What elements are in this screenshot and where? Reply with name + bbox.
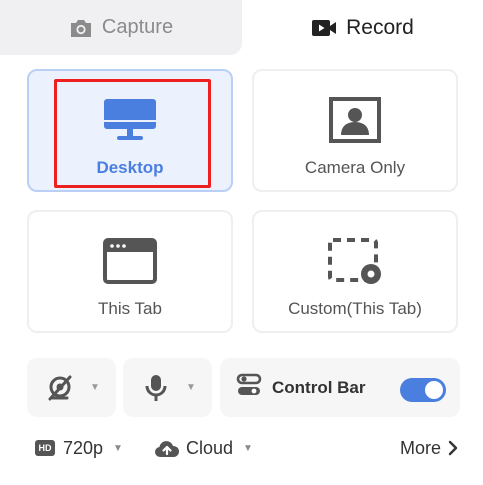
more-link[interactable]: More: [400, 436, 459, 460]
tab-capture[interactable]: Capture: [0, 0, 242, 55]
chevron-down-icon: ▼: [90, 382, 100, 393]
chevron-down-icon: ▼: [186, 382, 196, 393]
chevron-down-icon: ▼: [113, 442, 123, 454]
toggle-settings-icon: [236, 373, 262, 395]
microphone-dropdown[interactable]: ▼: [123, 358, 212, 417]
control-bar-label: Control Bar: [272, 377, 366, 397]
camera-off-icon: [48, 375, 72, 400]
more-label: More: [399, 437, 441, 458]
chevron-down-icon: ▼: [243, 442, 253, 454]
mode-card-custom[interactable]: Custom(This Tab): [252, 210, 458, 333]
chevron-right-icon: [448, 440, 458, 456]
resolution-dropdown[interactable]: HD 720p ▼: [35, 436, 123, 460]
cloud-upload-icon: [155, 441, 180, 457]
storage-value: Cloud: [186, 437, 234, 458]
mode-card-desktop[interactable]: Desktop: [27, 69, 233, 192]
browser-window-icon: [103, 238, 157, 284]
mode-label-desktop: Desktop: [96, 158, 164, 177]
mode-label-camera-only: Camera Only: [304, 158, 406, 177]
storage-dropdown[interactable]: Cloud ▼: [154, 436, 253, 460]
control-bar-toggle[interactable]: [400, 378, 446, 402]
person-portrait-icon: [329, 97, 381, 143]
mode-label-this-tab: This Tab: [98, 299, 162, 318]
monitor-icon: [104, 99, 156, 140]
dashed-region-icon: [328, 238, 381, 284]
resolution-value: 720p: [63, 437, 104, 458]
microphone-icon: [145, 374, 167, 401]
mode-label-custom: Custom(This Tab): [288, 299, 422, 318]
mode-card-this-tab[interactable]: This Tab: [27, 210, 233, 333]
camera-icon: [70, 19, 91, 37]
tab-capture-label: Capture: [101, 16, 174, 38]
hd-badge-icon: HD: [35, 440, 55, 456]
toggle-knob: [425, 381, 443, 399]
control-bar-setting: Control Bar: [220, 358, 460, 417]
camera-device-dropdown[interactable]: ▼: [27, 358, 116, 417]
mode-tabs: Capture Record: [0, 0, 483, 55]
tab-record-label: Record: [346, 15, 414, 39]
mode-card-camera-only[interactable]: Camera Only: [252, 69, 458, 192]
video-camera-icon: [312, 19, 337, 36]
tab-record[interactable]: Record: [242, 0, 483, 55]
